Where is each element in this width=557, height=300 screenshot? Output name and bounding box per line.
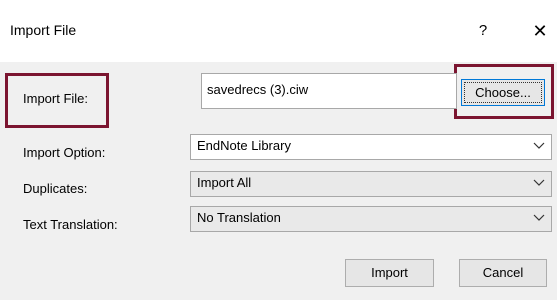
help-button[interactable]: ? bbox=[468, 18, 498, 44]
chevron-down-icon bbox=[533, 142, 545, 149]
choose-button-focus-rect: Choose... bbox=[464, 82, 542, 103]
chevron-down-icon bbox=[533, 214, 545, 221]
text-translation-label: Text Translation: bbox=[23, 217, 118, 232]
import-file-path-value: savedrecs (3).ciw bbox=[207, 82, 309, 97]
import-option-value: EndNote Library bbox=[197, 138, 291, 153]
import-file-path-field[interactable]: savedrecs (3).ciw bbox=[201, 73, 457, 109]
cancel-button-label: Cancel bbox=[482, 265, 524, 280]
cancel-button[interactable]: Cancel bbox=[459, 259, 547, 287]
duplicates-value: Import All bbox=[197, 175, 252, 190]
duplicates-label: Duplicates: bbox=[23, 181, 88, 196]
title-bar: Import File ? ✕ bbox=[0, 0, 557, 62]
import-button-label: Import bbox=[371, 265, 408, 280]
import-button[interactable]: Import bbox=[345, 259, 434, 287]
import-option-label: Import Option: bbox=[23, 145, 106, 160]
import-option-select[interactable]: EndNote Library bbox=[190, 134, 552, 160]
text-translation-select[interactable]: No Translation bbox=[190, 206, 552, 232]
text-translation-value: No Translation bbox=[197, 210, 281, 225]
duplicates-select[interactable]: Import All bbox=[190, 171, 552, 197]
choose-button-label: Choose... bbox=[475, 85, 531, 100]
choose-button[interactable]: Choose... bbox=[461, 79, 545, 106]
close-button[interactable]: ✕ bbox=[525, 18, 555, 44]
import-file-label: Import File: bbox=[23, 91, 89, 106]
dialog-title: Import File bbox=[10, 22, 77, 38]
chevron-down-icon bbox=[533, 179, 545, 186]
